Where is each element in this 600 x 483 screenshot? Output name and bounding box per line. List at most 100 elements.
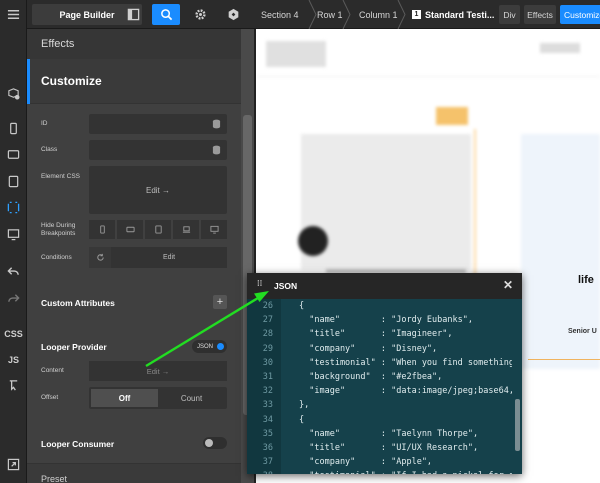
desktop-device-icon[interactable] [5,226,22,243]
database-icon[interactable] [212,119,221,129]
line-number: 33 [262,400,273,411]
code-line: "testimonial" : "When you find something… [299,357,522,368]
tab-div[interactable]: Div [499,5,520,24]
laptop-icon [182,226,190,233]
breakpoint-desktop-toggle[interactable] [201,220,227,239]
tablet-portrait-icon[interactable] [5,173,22,190]
database-icon[interactable] [212,145,221,155]
json-code-editor[interactable]: 26 {27 "name" : "Jordy Eubanks", 28 "title… [247,299,522,474]
id-input[interactable] [89,114,227,134]
inspect-tool-icon[interactable] [5,377,22,394]
add-element-icon[interactable] [5,85,22,102]
looper-provider-json-toggle[interactable]: JSON [192,340,227,353]
hamburger-menu-icon[interactable] [5,6,22,23]
effects-section-header[interactable]: Effects [27,29,241,59]
avatar [298,226,328,256]
offset-label: Offset [41,394,59,401]
tablet-icon [154,225,162,234]
breakpoint-tablet-toggle[interactable] [145,220,171,239]
breadcrumb-element[interactable]: Standard Testi... [419,0,499,29]
laptop-device-icon[interactable] [5,199,22,216]
line-number: 35 [262,428,273,439]
breakpoint-tablet-landscape-toggle[interactable] [117,220,143,239]
class-label: Class [41,146,58,153]
card-outline [528,359,600,360]
undo-icon[interactable] [5,263,22,280]
blurred-badge [436,107,468,125]
breakpoint-mobile-toggle[interactable] [89,220,115,239]
hide-during-label: Hide During [41,222,76,229]
drag-handle-icon[interactable]: ⁞⁞ [257,280,263,290]
json-modal-title: JSON [274,281,298,291]
customize-section-header[interactable]: Customize [27,59,241,104]
breakpoints-label: Breakpoints [41,230,76,237]
active-indicator [27,59,30,104]
element-css-edit-button[interactable]: Edit → [89,166,227,214]
redo-icon[interactable] [5,290,22,307]
editor-scrollbar-thumb[interactable] [515,399,520,451]
blurred-nav [540,43,580,53]
breakpoint-laptop-toggle[interactable] [173,220,199,239]
code-line: "title" : "Imagineer", [299,329,453,340]
testimonial-role-fragment: Senior U [568,328,597,335]
tablet-landscape-icon[interactable] [5,146,22,163]
conditions-refresh-button[interactable] [89,247,111,268]
line-number: 30 [262,357,273,368]
line-number: 32 [262,386,273,397]
code-line: "company" : "Apple", [299,457,433,468]
json-modal-header[interactable]: ⁞⁞ JSON ✕ [247,273,522,299]
toggle-knob [217,343,224,350]
line-number: 31 [262,372,273,382]
mobile-device-icon[interactable] [5,120,22,137]
offset-off-option[interactable]: Off [91,389,158,407]
page-builder-app: CSS JS Page Builder Section 4 Row 1 Colu… [0,0,600,483]
inspector-panel: Effects Customize ID Class Element CSS E… [27,29,254,483]
class-input[interactable] [89,140,227,160]
tablet-landscape-icon [125,226,135,233]
looper-consumer-toggle[interactable] [203,437,227,449]
code-line: "testimonial" : "If I had a nickel for e… [299,471,519,474]
code-line: "image" : "data:image/jpeg;base64,/9 [299,386,522,397]
gear-icon[interactable] [186,4,214,25]
header-divider [256,76,600,77]
line-number: 28 [262,329,273,340]
tab-effects[interactable]: Effects [524,5,556,24]
code-line: }, [299,400,310,411]
line-number: 38 [247,471,273,474]
line-number: 37 [262,457,273,468]
customize-title: Customize [41,74,102,88]
code-line: "name" : "Jordy Eubanks", [299,315,473,326]
offset-count-option[interactable]: Count [158,389,225,407]
cornerstone-logo-icon[interactable] [219,4,247,25]
line-number: 26 [262,301,273,311]
search-icon[interactable] [152,4,180,25]
close-icon[interactable]: ✕ [502,279,514,292]
toggle-knob [205,439,213,447]
exit-icon[interactable] [5,456,22,473]
content-label: Content [41,367,64,374]
code-line: { [299,414,305,425]
layout-toggle-icon[interactable] [119,4,147,25]
css-editor-button[interactable]: CSS [4,325,23,342]
line-number: 29 [262,343,273,354]
line-number: 27 [262,315,273,326]
desktop-icon [209,225,219,234]
custom-attributes-title: Custom Attributes [41,298,115,308]
editor-scrollbar[interactable] [512,299,522,474]
content-edit-button[interactable]: Edit → [89,361,227,381]
offset-segmented-control: Off Count [89,387,227,409]
plus-icon: + [216,296,224,308]
code-line: "name" : "Taelynn Thorpe", [299,428,479,439]
add-attribute-button[interactable]: + [213,295,227,309]
tab-customize[interactable]: Customize [560,5,600,24]
js-editor-button[interactable]: JS [5,351,22,368]
json-editor-modal: ⁞⁞ JSON ✕ 26 {27 "name" : "Jordy Eubanks"… [247,273,522,474]
code-line: "background" : "#e2fbea", [299,372,443,382]
left-icon-rail: CSS JS [0,0,27,483]
next-section-header[interactable]: Preset [27,463,241,483]
conditions-edit-button[interactable]: Edit [111,247,227,268]
looper-provider-title: Looper Provider [41,342,107,352]
code-line: "title" : "UI/UX Research", [299,443,479,453]
testimonial-heading-fragment: life [578,274,594,286]
element-css-label: Element CSS [41,173,81,180]
